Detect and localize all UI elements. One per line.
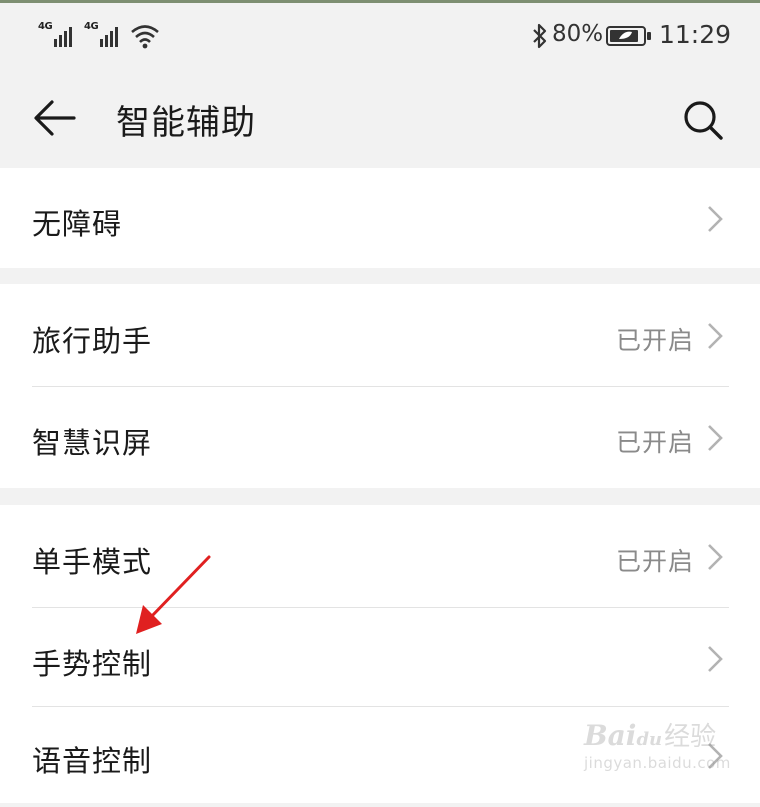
status-bar: 4G 4G 80% 11:29 (0, 3, 760, 67)
chevron-right-icon (708, 206, 723, 232)
battery-icon (606, 26, 651, 46)
settings-group-2: 旅行助手 已开启 智慧识屏 已开启 (0, 284, 760, 488)
settings-group-1: 无障碍 (0, 168, 760, 268)
list-item-gesture-control[interactable]: 手势控制 (0, 608, 760, 706)
baidu-watermark: Baidu经验 jingyan.baidu.com (584, 716, 730, 772)
item-status: 已开启 (615, 326, 694, 355)
watermark-url: jingyan.baidu.com (584, 754, 731, 772)
item-status: 已开启 (615, 547, 694, 576)
item-label: 语音控制 (32, 744, 153, 778)
wifi-icon (131, 25, 159, 49)
chevron-right-icon (708, 544, 723, 570)
item-label: 旅行助手 (32, 324, 153, 358)
watermark-brand: Bai (584, 719, 637, 752)
battery-percent: 80% (552, 21, 604, 47)
item-label: 单手模式 (32, 545, 153, 579)
list-item-accessibility[interactable]: 无障碍 (0, 168, 760, 268)
search-icon[interactable] (680, 97, 726, 143)
list-item-travel-assistant[interactable]: 旅行助手 已开启 (0, 284, 760, 386)
title-bar: 智能辅助 (0, 67, 760, 167)
chevron-right-icon (708, 646, 723, 672)
watermark-cn: 经验 (664, 722, 717, 752)
clock: 11:29 (659, 20, 732, 49)
chevron-right-icon (708, 425, 723, 451)
back-arrow-icon[interactable] (32, 97, 78, 139)
item-label: 无障碍 (32, 207, 123, 241)
item-status: 已开启 (615, 428, 694, 457)
item-label: 手势控制 (32, 647, 153, 681)
chevron-right-icon (708, 323, 723, 349)
item-label: 智慧识屏 (32, 426, 153, 460)
list-item-one-hand-mode[interactable]: 单手模式 已开启 (0, 505, 760, 607)
list-item-smart-screen[interactable]: 智慧识屏 已开启 (0, 387, 760, 488)
watermark-brand-suffix: du (636, 729, 663, 750)
bluetooth-icon (533, 23, 547, 49)
page-title: 智能辅助 (116, 103, 256, 143)
